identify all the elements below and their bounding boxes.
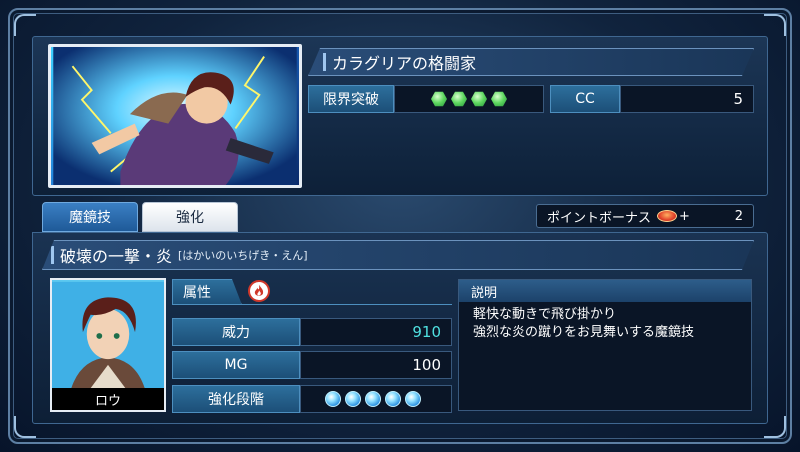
description-label: 説明 bbox=[459, 280, 751, 302]
skill-reading: [はかいのいちげき・えん] bbox=[178, 249, 308, 262]
point-bonus-value: 2 bbox=[734, 208, 743, 224]
limit-break-gems bbox=[394, 85, 544, 113]
card-title-banner: カラグリアの格闘家 bbox=[308, 48, 754, 76]
character-name: ロウ bbox=[52, 388, 164, 410]
frame-corner bbox=[764, 14, 786, 36]
upgrade-orb-icon bbox=[345, 391, 361, 407]
limit-break-gem-icon bbox=[451, 91, 467, 107]
tab-enhance[interactable]: 強化 bbox=[142, 202, 238, 232]
point-bonus-box: ポイントボーナス + 2 bbox=[536, 204, 754, 228]
point-bonus-plus: + bbox=[679, 208, 690, 224]
attribute-underline bbox=[172, 304, 452, 305]
cc-value: 5 bbox=[620, 85, 754, 113]
frame-corner bbox=[14, 14, 36, 36]
description-line-2: 強烈な炎の蹴りをお見舞いする魔鏡技 bbox=[473, 325, 695, 340]
mg-label: MG bbox=[172, 351, 300, 379]
limit-break-gem-icon bbox=[471, 91, 487, 107]
card-artwork[interactable] bbox=[48, 44, 302, 188]
point-bonus-label: ポイントボーナス bbox=[547, 210, 652, 226]
upgrade-orb-icon bbox=[385, 391, 401, 407]
limit-break-label: 限界突破 bbox=[308, 85, 394, 113]
character-portrait: ロウ bbox=[50, 278, 166, 412]
mg-value: 100 bbox=[300, 351, 452, 379]
upgrade-orb-icon bbox=[365, 391, 381, 407]
upgrade-stage-label: 強化段階 bbox=[172, 385, 300, 413]
banner-accent bbox=[51, 246, 54, 264]
character-portrait-image bbox=[52, 281, 164, 389]
upgrade-orb-icon bbox=[405, 391, 421, 407]
point-bonus-gem-icon bbox=[657, 210, 678, 222]
power-value: 910 bbox=[300, 318, 452, 346]
tab-mirror-arte[interactable]: 魔鏡技 bbox=[42, 202, 138, 232]
skill-title-banner: 破壊の一撃・炎 [はかいのいちげき・えん] bbox=[42, 240, 754, 270]
power-label: 威力 bbox=[172, 318, 300, 346]
limit-break-gem-icon bbox=[491, 91, 507, 107]
description-box: 説明 軽快な動きで飛び掛かり 強烈な炎の蹴りをお見舞いする魔鏡技 bbox=[458, 279, 752, 411]
description-line-1: 軽快な動きで飛び掛かり bbox=[473, 307, 617, 322]
card-title: カラグリアの格闘家 bbox=[332, 54, 477, 73]
attribute-label: 属性 bbox=[172, 279, 242, 305]
cc-label: CC bbox=[550, 85, 620, 113]
fire-icon bbox=[248, 280, 270, 302]
upgrade-orb-icon bbox=[325, 391, 341, 407]
card-artwork-image bbox=[53, 47, 297, 185]
description-text: 軽快な動きで飛び掛かり 強烈な炎の蹴りをお見舞いする魔鏡技 bbox=[459, 302, 751, 346]
upgrade-stage-orbs bbox=[300, 385, 452, 413]
banner-accent bbox=[323, 53, 326, 71]
skill-name: 破壊の一撃・炎 bbox=[60, 247, 173, 266]
limit-break-gem-icon bbox=[431, 91, 447, 107]
